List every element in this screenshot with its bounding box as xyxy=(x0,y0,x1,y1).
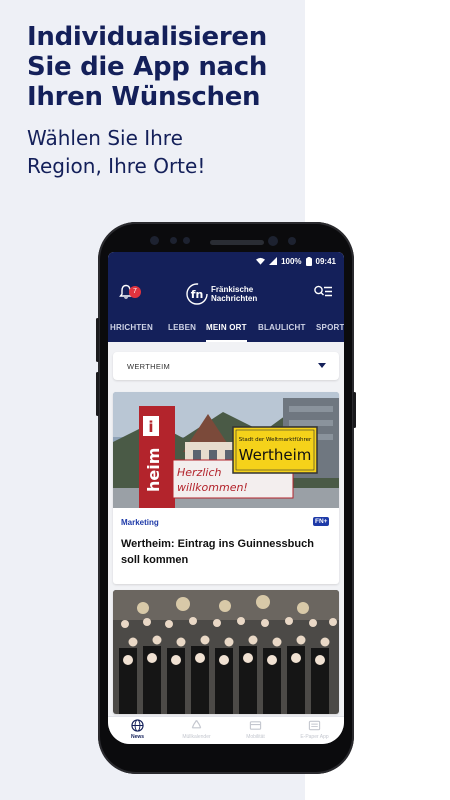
volume-button xyxy=(96,318,99,362)
nav-label: E-Paper App xyxy=(300,734,329,740)
earpiece-speaker xyxy=(210,240,264,245)
article-image: i heim Herzlich willkommen! Stadt der We… xyxy=(113,392,339,508)
article-card[interactable]: i heim Herzlich willkommen! Stadt der We… xyxy=(113,392,339,584)
recycle-icon xyxy=(191,720,202,729)
search-menu-icon[interactable] xyxy=(313,284,333,300)
nav-epaper[interactable]: E-Paper App xyxy=(285,719,344,740)
notification-badge: 7 xyxy=(129,286,141,298)
phone-screen: 100% 09:41 7 fn Fränkische Nachrichten H… xyxy=(108,252,344,744)
globe-icon xyxy=(131,719,144,732)
power-button xyxy=(353,392,356,428)
logo-line: Nachrichten xyxy=(211,294,258,303)
epaper-icon xyxy=(308,720,321,731)
pillar-text: heim xyxy=(144,448,163,492)
article-image xyxy=(113,590,339,714)
headline-line: Individualisieren xyxy=(27,22,267,52)
section-tabs: HRICHTEN LEBEN MEIN ORT BLAULICHT SPORT xyxy=(108,316,344,342)
logo-mark-text: fn xyxy=(191,288,204,301)
promo-headline: Individualisieren Sie die App nach Ihren… xyxy=(27,22,287,112)
sensor xyxy=(170,237,177,244)
info-sign-letter: i xyxy=(148,418,153,436)
volume-button xyxy=(96,372,99,416)
banner-line-2: willkommen! xyxy=(177,481,248,494)
wifi-icon xyxy=(256,257,266,265)
nav-label: Mobilität xyxy=(246,734,265,740)
nav-label: Müllkalender xyxy=(182,734,211,740)
nav-mobilitaet[interactable]: Mobilität xyxy=(226,719,285,740)
tab-mein-ort[interactable]: MEIN ORT xyxy=(206,316,247,342)
tab-sport[interactable]: SPORT xyxy=(316,316,344,342)
location-select-value: WERTHEIM xyxy=(127,362,171,371)
subline-line: Wählen Sie Ihre xyxy=(27,126,183,150)
tab-nachrichten[interactable]: HRICHTEN xyxy=(110,316,153,342)
article-title[interactable]: Wertheim: Eintrag ins Guinnessbuch soll … xyxy=(121,536,333,568)
front-camera xyxy=(150,236,159,245)
battery-icon xyxy=(305,256,312,266)
fn-logo-icon: fn xyxy=(186,283,208,305)
sensor xyxy=(183,237,190,244)
app-logo: fn Fränkische Nachrichten xyxy=(186,281,268,307)
battery-level: 100% xyxy=(281,256,302,266)
promo-subline: Wählen Sie Ihre Region, Ihre Orte! xyxy=(27,124,297,180)
nav-news[interactable]: News xyxy=(108,719,167,740)
headline-line: Sie die App nach xyxy=(27,52,268,82)
article-title-line: Wertheim: Eintrag ins Guinnessbuch xyxy=(121,538,314,550)
card-icon xyxy=(249,721,262,730)
headline-line: Ihren Wünschen xyxy=(27,82,261,112)
town-sign-caption: Stadt der Weltmarktführer xyxy=(239,437,312,443)
logo-line: Fränkische xyxy=(211,285,254,294)
tab-leben[interactable]: LEBEN xyxy=(168,316,196,342)
location-select[interactable]: WERTHEIM xyxy=(113,352,339,380)
article-card[interactable] xyxy=(113,590,339,714)
subline-line: Region, Ihre Orte! xyxy=(27,154,206,178)
clock: 09:41 xyxy=(315,256,336,266)
app-header: 7 fn Fränkische Nachrichten xyxy=(108,270,344,316)
article-title-line: soll kommen xyxy=(121,554,189,566)
sensor xyxy=(288,237,296,245)
chevron-down-icon xyxy=(318,363,326,368)
banner-line-1: Herzlich xyxy=(177,466,221,479)
signal-icon xyxy=(269,257,278,265)
nav-label: News xyxy=(130,734,145,740)
premium-badge: FN+ xyxy=(313,517,330,526)
selfie-camera xyxy=(268,236,278,246)
tab-blaulicht[interactable]: BLAULICHT xyxy=(258,316,306,342)
nav-muellkalender[interactable]: Müllkalender xyxy=(167,719,226,740)
article-category: Marketing xyxy=(121,518,159,527)
town-sign-name: Wertheim xyxy=(239,446,312,464)
bottom-navigation: News Müllkalender Mobilität E-Paper App xyxy=(108,716,344,744)
status-bar: 100% 09:41 xyxy=(108,252,344,270)
